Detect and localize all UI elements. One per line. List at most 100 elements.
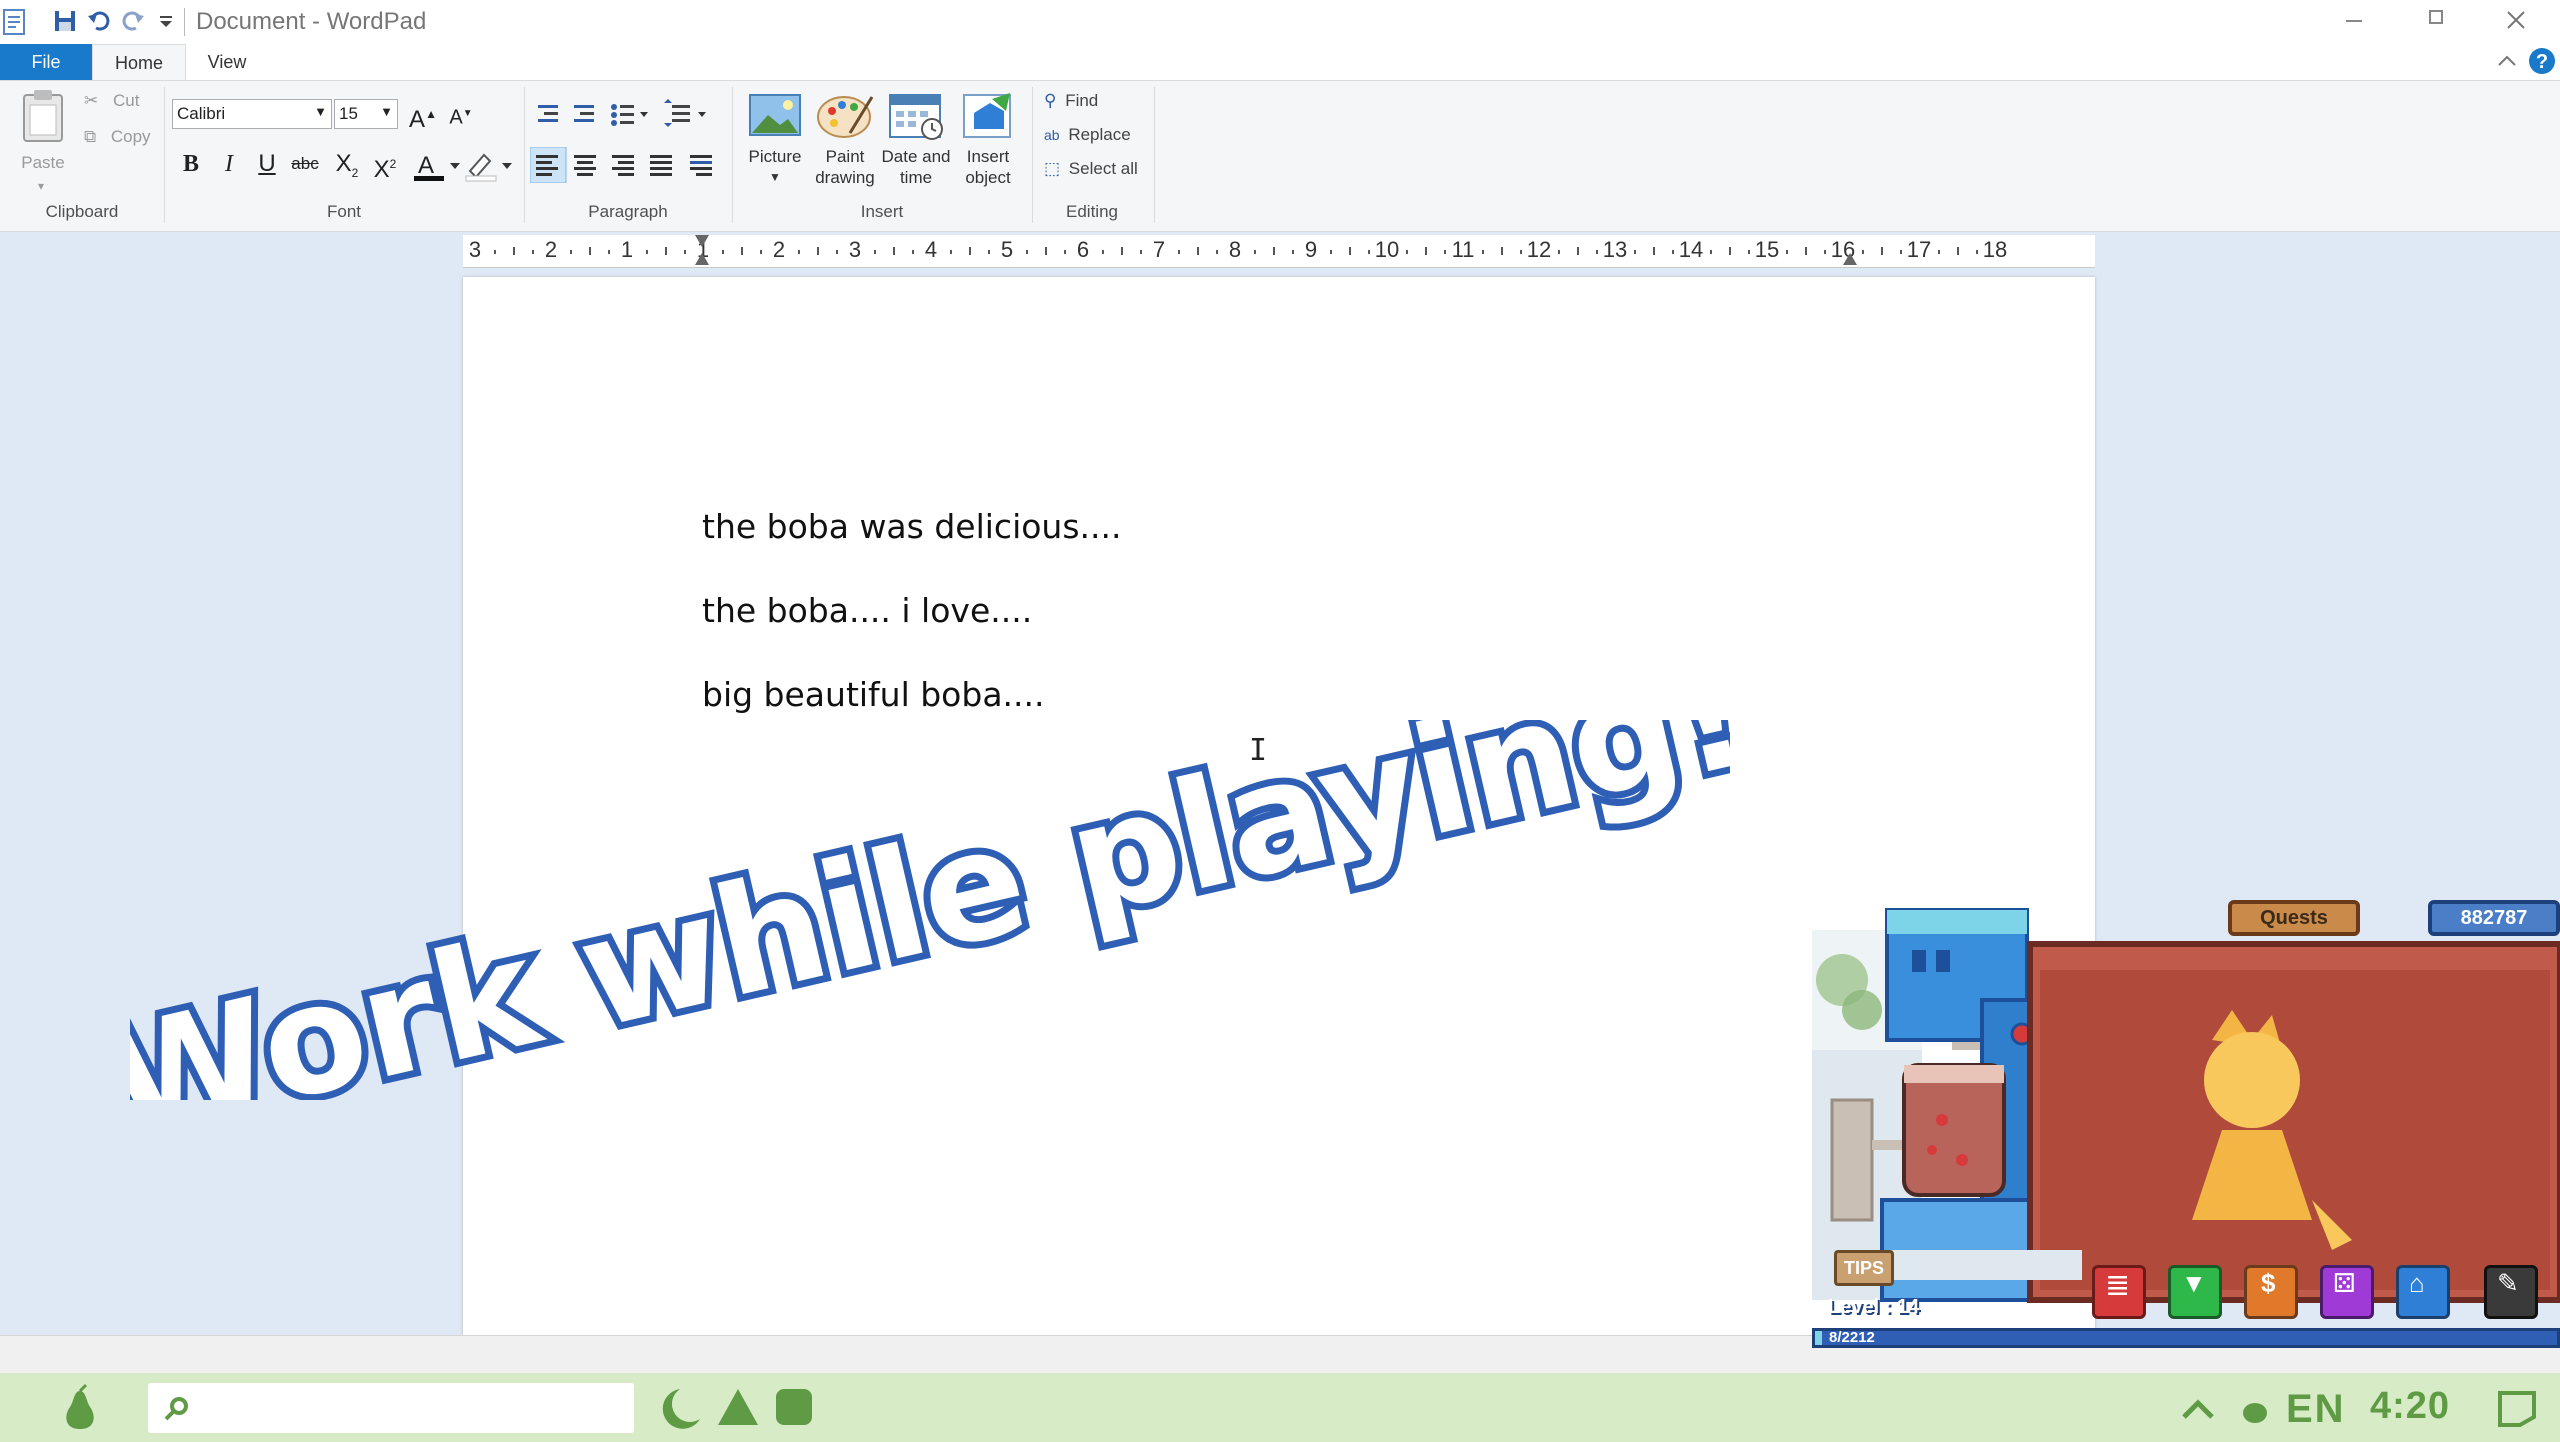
line-spacing-icon[interactable] bbox=[664, 99, 706, 127]
insert-object-button[interactable]: Insert object bbox=[952, 89, 1024, 199]
quests-button[interactable]: Quests bbox=[2228, 900, 2360, 936]
select-all-button[interactable]: ⬚ Select all bbox=[1044, 159, 1138, 179]
ruler-tick bbox=[836, 250, 838, 254]
ruler-number: 10 bbox=[1374, 237, 1400, 262]
chevron-up-icon[interactable] bbox=[2180, 1395, 2216, 1423]
triangle-icon[interactable] bbox=[716, 1385, 760, 1431]
right-indent-marker[interactable] bbox=[1843, 253, 1857, 265]
network-dot-icon[interactable] bbox=[2240, 1399, 2270, 1425]
align-right-icon[interactable] bbox=[612, 155, 634, 176]
ruler-tick bbox=[1102, 250, 1104, 254]
left-indent-marker[interactable] bbox=[695, 253, 709, 265]
clock[interactable]: 4:20 bbox=[2370, 1385, 2450, 1428]
subscript-icon[interactable]: X2 bbox=[330, 147, 364, 181]
menu-button[interactable]: ≣ bbox=[2092, 1265, 2146, 1319]
underline-icon[interactable]: U bbox=[250, 147, 284, 181]
game-overlay[interactable]: Quests 882787 TIPS Level : 14 8/2212 ≣ ▼… bbox=[1812, 900, 2560, 1360]
redo-icon[interactable] bbox=[120, 8, 146, 34]
square-icon[interactable] bbox=[772, 1385, 816, 1431]
replace-button[interactable]: ab Replace bbox=[1044, 125, 1131, 145]
wordpad-app-icon[interactable] bbox=[2, 8, 28, 36]
grow-font-icon[interactable]: A▲ bbox=[406, 97, 440, 133]
highlight-color-button[interactable] bbox=[464, 149, 516, 183]
decrease-indent-icon[interactable] bbox=[538, 105, 558, 122]
group-label-insert: Insert bbox=[860, 202, 904, 221]
replace-icon: ab bbox=[1044, 127, 1060, 143]
paste-button[interactable]: Paste ▾ bbox=[14, 87, 72, 197]
ruler-number: 8 bbox=[1228, 237, 1242, 262]
ruler-tick bbox=[1178, 250, 1180, 254]
paragraph-settings-icon[interactable] bbox=[690, 155, 712, 176]
dice-button[interactable]: ⚄ bbox=[2320, 1265, 2374, 1319]
home-button[interactable]: ⌂ bbox=[2396, 1265, 2450, 1319]
date-time-button[interactable]: Date and time bbox=[880, 89, 952, 199]
pear-start-icon[interactable] bbox=[56, 1383, 104, 1433]
help-icon[interactable]: ? bbox=[2527, 46, 2557, 76]
ruler-number: 14 bbox=[1678, 237, 1704, 262]
save-icon[interactable] bbox=[52, 8, 78, 34]
ruler-tick bbox=[817, 247, 819, 255]
italic-icon[interactable]: I bbox=[212, 147, 246, 181]
close-button[interactable] bbox=[2506, 10, 2526, 30]
shop-button[interactable]: $ bbox=[2244, 1265, 2298, 1319]
tab-file[interactable]: File bbox=[0, 44, 92, 80]
settings-button[interactable]: ✎ bbox=[2484, 1265, 2538, 1319]
restore-button[interactable] bbox=[2429, 10, 2443, 24]
minimize-button[interactable] bbox=[2346, 20, 2362, 22]
undo-icon[interactable] bbox=[86, 8, 112, 34]
ruler-tick bbox=[1254, 250, 1256, 254]
document-line-3[interactable]: big beautiful boba.... bbox=[702, 675, 1045, 714]
ruler-tick bbox=[1824, 250, 1826, 254]
ruler-number: 15 bbox=[1754, 237, 1780, 262]
paint-drawing-button[interactable]: Paint drawing bbox=[810, 89, 880, 199]
justify-icon[interactable] bbox=[650, 155, 672, 176]
insert-picture-button[interactable]: Picture ▼ bbox=[740, 89, 810, 199]
bold-icon[interactable]: B bbox=[174, 147, 208, 181]
highlighter-icon bbox=[465, 153, 512, 182]
ruler-tick bbox=[893, 247, 895, 255]
font-size-select[interactable]: 15 ▼ bbox=[334, 99, 398, 129]
tips-jar[interactable]: TIPS bbox=[1834, 1250, 1894, 1286]
ruler-tick bbox=[513, 247, 515, 255]
taskbar-search-input[interactable] bbox=[148, 1383, 634, 1433]
first-line-indent-marker[interactable] bbox=[695, 235, 709, 247]
ruler-tick bbox=[912, 250, 914, 254]
title-bar: Document - WordPad bbox=[0, 0, 2560, 44]
taskbar: EN 4:20 bbox=[0, 1373, 2560, 1442]
paste-dropdown-icon: ▾ bbox=[38, 179, 45, 193]
chevron-down-icon: ▼ bbox=[314, 104, 327, 119]
text-color-button[interactable]: A bbox=[412, 149, 464, 183]
align-center-icon[interactable] bbox=[574, 155, 596, 176]
increase-indent-icon[interactable] bbox=[574, 105, 594, 122]
find-button[interactable]: ⚲ Find bbox=[1044, 91, 1098, 111]
copy-button[interactable]: ⧉ Copy bbox=[84, 127, 151, 147]
moon-icon[interactable] bbox=[650, 1385, 704, 1431]
calendar-icon bbox=[889, 94, 943, 140]
collapse-ribbon-icon[interactable] bbox=[2496, 50, 2518, 72]
ruler-number: 2 bbox=[544, 237, 558, 262]
group-label-font: Font bbox=[326, 202, 362, 221]
document-line-2[interactable]: the boba.... i love.... bbox=[702, 591, 1032, 630]
superscript-icon[interactable]: X2 bbox=[368, 147, 402, 183]
customize-quick-access-icon[interactable] bbox=[154, 8, 180, 34]
cut-button[interactable]: ✂ Cut bbox=[84, 91, 139, 111]
level-label: Level : 14 bbox=[1828, 1296, 1920, 1318]
strikethrough-icon[interactable]: abc bbox=[288, 147, 322, 181]
language-indicator[interactable]: EN bbox=[2286, 1387, 2346, 1432]
document-line-1[interactable]: the boba was delicious.... bbox=[702, 507, 1122, 546]
notifications-icon[interactable] bbox=[2494, 1387, 2540, 1429]
tab-view[interactable]: View bbox=[184, 44, 270, 80]
tab-home[interactable]: Home bbox=[92, 44, 186, 82]
xp-bar: 8/2212 bbox=[1812, 1328, 2560, 1348]
ruler-number: 4 bbox=[924, 237, 938, 262]
font-family-select[interactable]: Calibri ▼ bbox=[172, 99, 332, 129]
ruler-tick bbox=[722, 250, 724, 254]
window-title: Document - WordPad bbox=[196, 8, 427, 35]
shirt-button[interactable]: ▼ bbox=[2168, 1265, 2222, 1319]
ruler-tick bbox=[760, 250, 762, 254]
ruler-tick bbox=[1729, 247, 1731, 255]
align-left-icon[interactable] bbox=[530, 147, 567, 183]
shrink-font-icon[interactable]: A▼ bbox=[444, 97, 478, 131]
ruler[interactable]: 3 2 1 1 2 3 4 5 6 7 8 9 10 11 12 13 14 15 16 17 18 bbox=[463, 235, 2095, 268]
bullet-list-icon[interactable] bbox=[611, 104, 648, 126]
